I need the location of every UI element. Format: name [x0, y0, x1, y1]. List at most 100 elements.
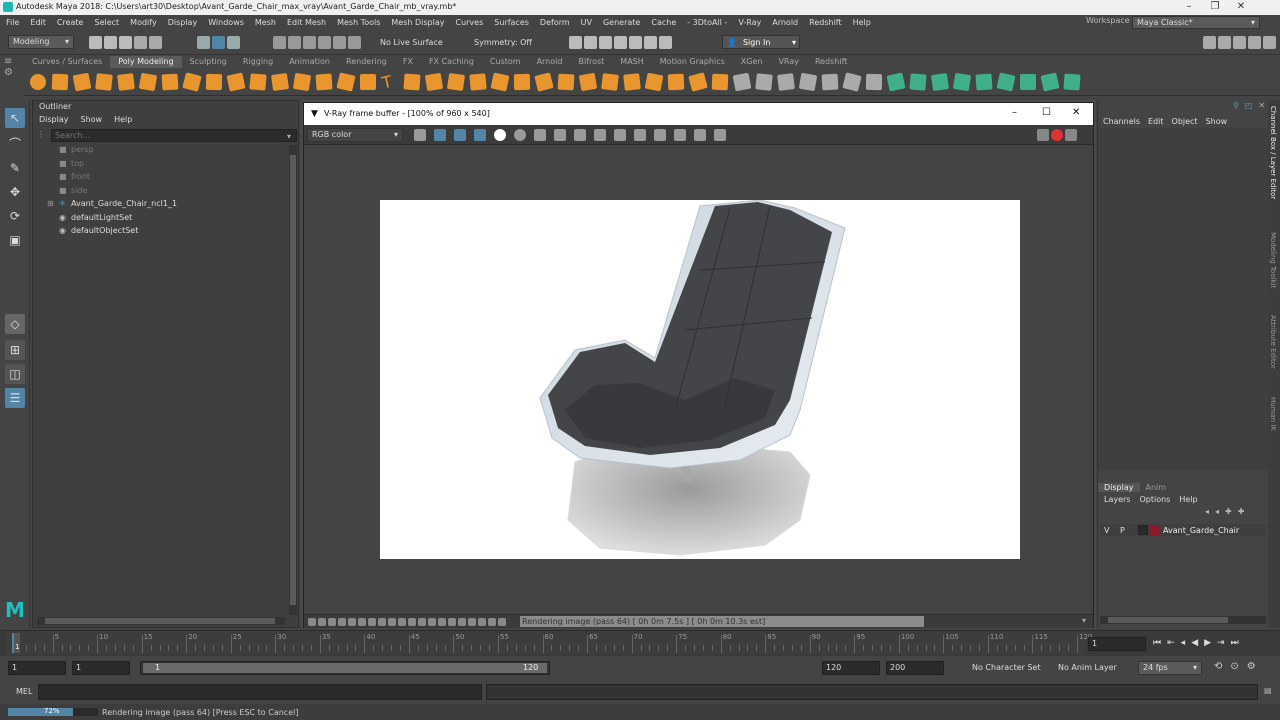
go-to-start-icon[interactable]: ⏮ — [1153, 638, 1161, 648]
shelf-multi-cut-icon[interactable] — [667, 73, 685, 90]
vfb-status-tool-14-icon[interactable] — [448, 617, 456, 626]
outliner-item-4[interactable]: ⊞ ✳ Avant_Garde_Chair_ncl1_1 — [33, 197, 283, 210]
layer-tab-0[interactable]: Display — [1098, 482, 1140, 492]
snap-curve-icon[interactable] — [288, 36, 301, 49]
search-options-icon[interactable]: ▾ — [287, 132, 291, 141]
fps-dropdown[interactable]: 24 fps ▾ — [1138, 661, 1202, 675]
outliner-menu-1[interactable]: Show — [81, 115, 103, 124]
shelf-tab-5[interactable]: Rendering — [338, 56, 395, 68]
menu-19[interactable]: Arnold — [772, 18, 798, 27]
animation-end-field[interactable]: 200 — [886, 661, 944, 675]
vfb-track-mouse-icon[interactable] — [594, 129, 606, 141]
menu-7[interactable]: Mesh — [255, 18, 276, 27]
shelf-combine-icon[interactable] — [446, 72, 466, 91]
modeling-toolkit-icon[interactable] — [1203, 36, 1216, 49]
minimize-icon[interactable]: – — [1176, 0, 1202, 15]
vfb-status-tool-12-icon[interactable] — [428, 617, 436, 626]
shelf-extract-icon[interactable] — [557, 73, 575, 90]
menu-13[interactable]: Deform — [540, 18, 570, 27]
vfb-clear-image-icon[interactable] — [574, 129, 586, 141]
outliner-item-0[interactable]: ■ persp — [33, 143, 283, 156]
shelf-tab-6[interactable]: FX — [395, 56, 421, 68]
menu-set-dropdown[interactable]: Modeling ▾ — [8, 35, 74, 49]
mel-command-input[interactable] — [38, 684, 482, 700]
shelf-cylinder-icon[interactable] — [72, 72, 92, 91]
auto-key-icon[interactable]: ⊙ — [1230, 661, 1238, 672]
shelf-automatic-uv-icon[interactable] — [952, 72, 972, 91]
shelf-cut-uv-icon[interactable] — [1020, 73, 1036, 90]
vfb-channel-dropdown[interactable]: RGB color ▾ — [307, 128, 403, 142]
shelf-tab-2[interactable]: Sculpting — [182, 56, 235, 68]
shelf-extrude-icon[interactable] — [623, 72, 641, 91]
menu-3[interactable]: Select — [94, 18, 119, 27]
layer-menu-1[interactable]: Options — [1139, 495, 1170, 504]
new-layer-selected-icon[interactable]: ✚ — [1238, 507, 1245, 516]
shelf-type-icon[interactable] — [424, 72, 444, 91]
close-icon[interactable]: ✕ — [1228, 0, 1254, 15]
shelf-fill-hole-icon[interactable] — [644, 72, 664, 91]
vfb-maximize-icon[interactable]: ☐ — [1042, 107, 1051, 118]
vfb-status-tool-5-icon[interactable] — [358, 617, 366, 626]
shelf-bevel-icon[interactable] — [601, 72, 619, 91]
detach-icon[interactable]: ◰ — [1245, 101, 1253, 110]
shelf-tab-4[interactable]: Animation — [281, 56, 338, 68]
menu-1[interactable]: Edit — [30, 18, 46, 27]
shelf-sweep-icon[interactable] — [360, 73, 376, 90]
shelf-separate-icon[interactable] — [469, 72, 487, 91]
layer-playback-toggle[interactable]: P — [1120, 526, 1130, 535]
four-view-layout-icon[interactable]: ⊞ — [5, 340, 25, 360]
vfb-white-sphere-icon[interactable] — [494, 129, 506, 141]
undo-icon[interactable] — [134, 36, 147, 49]
vfb-status-tool-7-icon[interactable] — [378, 617, 386, 626]
shelf-tab-13[interactable]: XGen — [733, 56, 771, 68]
shelf-gear-icon[interactable] — [292, 72, 312, 91]
shelf-boolean-icon[interactable] — [513, 73, 531, 90]
vfb-status-tool-9-icon[interactable] — [398, 617, 406, 626]
outliner-item-6[interactable]: ◉ defaultObjectSet — [33, 224, 283, 237]
go-to-end-icon[interactable]: ⏭ — [1231, 638, 1239, 648]
select-object-icon[interactable] — [212, 36, 225, 49]
redo-icon[interactable] — [149, 36, 162, 49]
menu-12[interactable]: Surfaces — [494, 18, 529, 27]
outliner-layout-icon[interactable]: ☰ — [5, 388, 25, 408]
shelf-prism-icon[interactable] — [226, 72, 246, 91]
menu-5[interactable]: Display — [168, 18, 198, 27]
shelf-uv-editor-icon[interactable] — [1063, 72, 1081, 91]
vfb-red-channel-icon[interactable] — [434, 129, 446, 141]
shelf-tab-3[interactable]: Rigging — [235, 56, 281, 68]
shelf-unfold-icon[interactable] — [975, 72, 993, 91]
side-tab-2[interactable]: Attribute Editor — [1269, 315, 1277, 369]
select-tool-icon[interactable]: ↖ — [5, 108, 25, 128]
layer-color-swatch[interactable] — [1150, 525, 1160, 535]
shelf-text-icon[interactable]: T — [380, 71, 399, 92]
shelf-spherical-uv-icon[interactable] — [930, 72, 950, 91]
vfb-status-tool-19-icon[interactable] — [498, 617, 506, 626]
shelf-offset-loop-icon[interactable] — [755, 72, 773, 91]
light-editor-icon[interactable] — [644, 36, 657, 49]
menu-17[interactable]: - 3DtoAll - — [687, 18, 727, 27]
outliner-hscrollbar[interactable] — [37, 617, 285, 625]
paint-select-icon[interactable]: ✎ — [5, 158, 25, 178]
vfb-status-tool-16-icon[interactable] — [468, 617, 476, 626]
anim-layer-dropdown[interactable]: No Anim Layer — [1058, 663, 1117, 672]
vfb-grey-sphere-icon[interactable] — [514, 129, 526, 141]
menu-18[interactable]: V-Ray — [738, 18, 761, 27]
shelf-super-shape-icon[interactable] — [336, 71, 356, 92]
menu-4[interactable]: Modify — [130, 18, 157, 27]
shelf-platonic-icon[interactable] — [182, 71, 202, 92]
vfb-green-channel-icon[interactable] — [454, 129, 466, 141]
attribute-editor-icon[interactable] — [1218, 36, 1231, 49]
ipr-render-icon[interactable] — [584, 36, 597, 49]
shelf-tab-12[interactable]: Motion Graphics — [652, 56, 733, 68]
lasso-tool-icon[interactable]: ⌒ — [5, 134, 25, 154]
outliner-menu-0[interactable]: Display — [39, 115, 69, 124]
shelf-tab-1[interactable]: Poly Modeling — [110, 56, 182, 68]
step-back-frame-icon[interactable]: ◂ — [1181, 638, 1186, 648]
outliner-menu-2[interactable]: Help — [114, 115, 132, 124]
maximize-icon[interactable]: ❐ — [1202, 0, 1228, 15]
menu-10[interactable]: Mesh Display — [391, 18, 444, 27]
outliner-item-5[interactable]: ◉ defaultLightSet — [33, 211, 283, 224]
vfb-status-tool-17-icon[interactable] — [478, 617, 486, 626]
layer-tab-1[interactable]: Anim — [1140, 483, 1173, 492]
menu-8[interactable]: Edit Mesh — [287, 18, 326, 27]
